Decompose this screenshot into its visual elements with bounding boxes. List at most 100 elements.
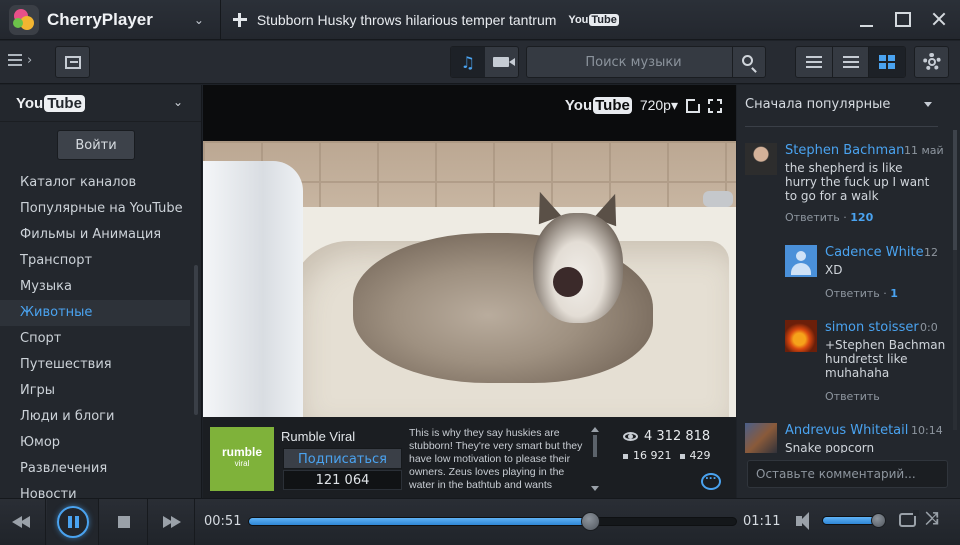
sidebar-item-category[interactable]: Музыка [0, 274, 190, 300]
youtube-logo: You Tube [564, 97, 632, 114]
total-time: 01:11 [743, 514, 781, 529]
video-info-bar: rumble viral Rumble Viral Подписаться 121… [203, 417, 736, 498]
list-icon [806, 56, 822, 68]
volume-knob[interactable] [871, 513, 887, 528]
comments-icon[interactable] [701, 471, 721, 490]
source-selector[interactable]: You Tube ⌄ [0, 85, 201, 122]
quality-selector[interactable]: 720p▾ [640, 97, 678, 114]
view-mode-toggle [795, 46, 906, 78]
channel-logo[interactable]: rumble viral [210, 427, 274, 491]
comment-sort-dropdown[interactable]: Сначала популярные [745, 97, 890, 112]
avatar[interactable] [785, 245, 817, 277]
previous-button[interactable] [0, 499, 46, 545]
minimize-button[interactable] [856, 9, 878, 31]
sidebar-item-category[interactable]: Спорт [0, 326, 190, 352]
add-tab-plus-icon[interactable] [232, 12, 247, 27]
volume-speaker-icon[interactable] [796, 512, 809, 530]
subscriber-count: 121 064 [283, 470, 402, 490]
sidebar-scrollbar[interactable] [194, 265, 198, 415]
sidebar-item-category[interactable]: Транспорт [0, 248, 190, 274]
sidebar-item-category[interactable]: Животные [0, 300, 190, 326]
channel-name[interactable]: Rumble Viral [281, 429, 355, 444]
youtube-logo: You Tube [16, 94, 85, 112]
search-input[interactable] [527, 47, 732, 77]
reply-link[interactable]: Ответить · 1 [825, 287, 898, 300]
avatar[interactable] [745, 423, 777, 453]
description-scrollbar[interactable] [591, 427, 599, 491]
avatar[interactable] [745, 143, 777, 175]
comment-author[interactable]: simon stoisser [825, 320, 919, 335]
comment-text: XD [825, 263, 843, 277]
seek-knob[interactable] [580, 512, 600, 531]
repeat-icon[interactable] [899, 510, 919, 527]
chevron-down-icon[interactable]: ⌄ [173, 95, 183, 109]
search-button[interactable] [732, 47, 765, 77]
volume-slider[interactable] [822, 513, 887, 528]
player-bar: 00:51 01:11 ⤨ [0, 498, 960, 545]
grid-view-button[interactable] [869, 47, 905, 77]
menu-icon[interactable] [8, 54, 22, 66]
title-bar: CherryPlayer ⌄ Stubborn Husky throws hil… [0, 0, 960, 40]
fullscreen-icon[interactable] [708, 98, 722, 113]
comment-item: Stephen Bachman 11 май the shepherd is l… [745, 143, 945, 233]
detailed-list-view-button[interactable] [833, 47, 870, 77]
eye-icon [623, 432, 638, 441]
comments-scrollbar[interactable] [953, 130, 957, 430]
comment-input[interactable] [747, 460, 948, 488]
shuffle-icon[interactable]: ⤨ [925, 509, 939, 529]
video-overlay-controls: You Tube 720p▾ [564, 96, 722, 114]
sidebar-item-category[interactable]: Развлечения [0, 456, 190, 482]
reply-link[interactable]: Ответить [825, 390, 880, 403]
comment-author[interactable]: Stephen Bachman [785, 143, 904, 158]
stop-icon [118, 516, 130, 528]
app-menu-chevron-down-icon[interactable]: ⌄ [191, 13, 207, 27]
list-view-button[interactable] [796, 47, 833, 77]
comment-author[interactable]: Cadence White [825, 245, 924, 260]
video-mode-button[interactable] [485, 47, 519, 77]
dislike-icon [679, 453, 685, 459]
sidebar-item-category[interactable]: Каталог каналов [0, 170, 190, 196]
chevron-right-icon[interactable]: › [27, 53, 32, 68]
video-stats: 4 312 818 16 921 429 [623, 429, 733, 462]
comment-text: the shepherd is like hurry the fuck up I… [785, 161, 930, 203]
comment-text: +Stephen Bachman hundretst like muhahaha [825, 338, 946, 380]
view-count: 4 312 818 [644, 429, 711, 444]
sidebar-item-category[interactable]: Популярные на YouTube [0, 196, 190, 222]
seek-bar[interactable] [248, 512, 737, 531]
dropdown-arrow-icon[interactable] [924, 102, 932, 107]
sidebar-item-category[interactable]: Путешествия [0, 352, 190, 378]
stop-button[interactable] [100, 499, 148, 545]
gear-icon [922, 53, 941, 71]
pause-button[interactable] [47, 499, 99, 545]
sidebar-item-category[interactable]: Юмор [0, 430, 190, 456]
comment-item: simon stoisser 0:0 +Stephen Bachman hund… [785, 320, 960, 403]
video-description: This is why they say huskies are stubbor… [409, 427, 583, 491]
popout-icon[interactable] [686, 96, 702, 113]
sidebar-item-category[interactable]: Игры [0, 378, 190, 404]
sidebar-item-category[interactable]: Фильмы и Анимация [0, 222, 190, 248]
cherryplayer-logo-icon [9, 4, 39, 35]
sidebar-item-category[interactable]: Новости [0, 482, 190, 498]
avatar[interactable] [785, 320, 817, 352]
close-button[interactable] [928, 9, 950, 31]
comment-text: Snake popcorn [785, 441, 875, 453]
next-button[interactable] [149, 499, 195, 545]
music-mode-button[interactable]: ♫ [451, 47, 485, 77]
comment-time: 12 [924, 246, 938, 259]
reply-count: 1 [890, 287, 898, 300]
comment-item: Andrevus Whitetail 10:14 Snake popcorn [745, 423, 945, 453]
comment-author[interactable]: Andrevus Whitetail [785, 423, 908, 438]
settings-button[interactable] [914, 46, 949, 78]
login-button[interactable]: Войти [57, 130, 135, 160]
comments-panel: Сначала популярные Stephen Bachman 11 ма… [737, 85, 960, 498]
comment-time: 0:0 [920, 321, 938, 334]
video-frame[interactable] [203, 141, 736, 417]
music-note-icon: ♫ [460, 52, 475, 72]
sidebar-item-category[interactable]: Люди и блоги [0, 404, 190, 430]
reply-link[interactable]: Ответить · 120 [785, 211, 873, 224]
panel-icon [65, 56, 81, 69]
panel-toggle-button[interactable] [55, 46, 90, 78]
like-count: 16 921 [633, 449, 672, 462]
maximize-button[interactable] [892, 9, 914, 31]
subscribe-button[interactable]: Подписаться [283, 448, 402, 469]
